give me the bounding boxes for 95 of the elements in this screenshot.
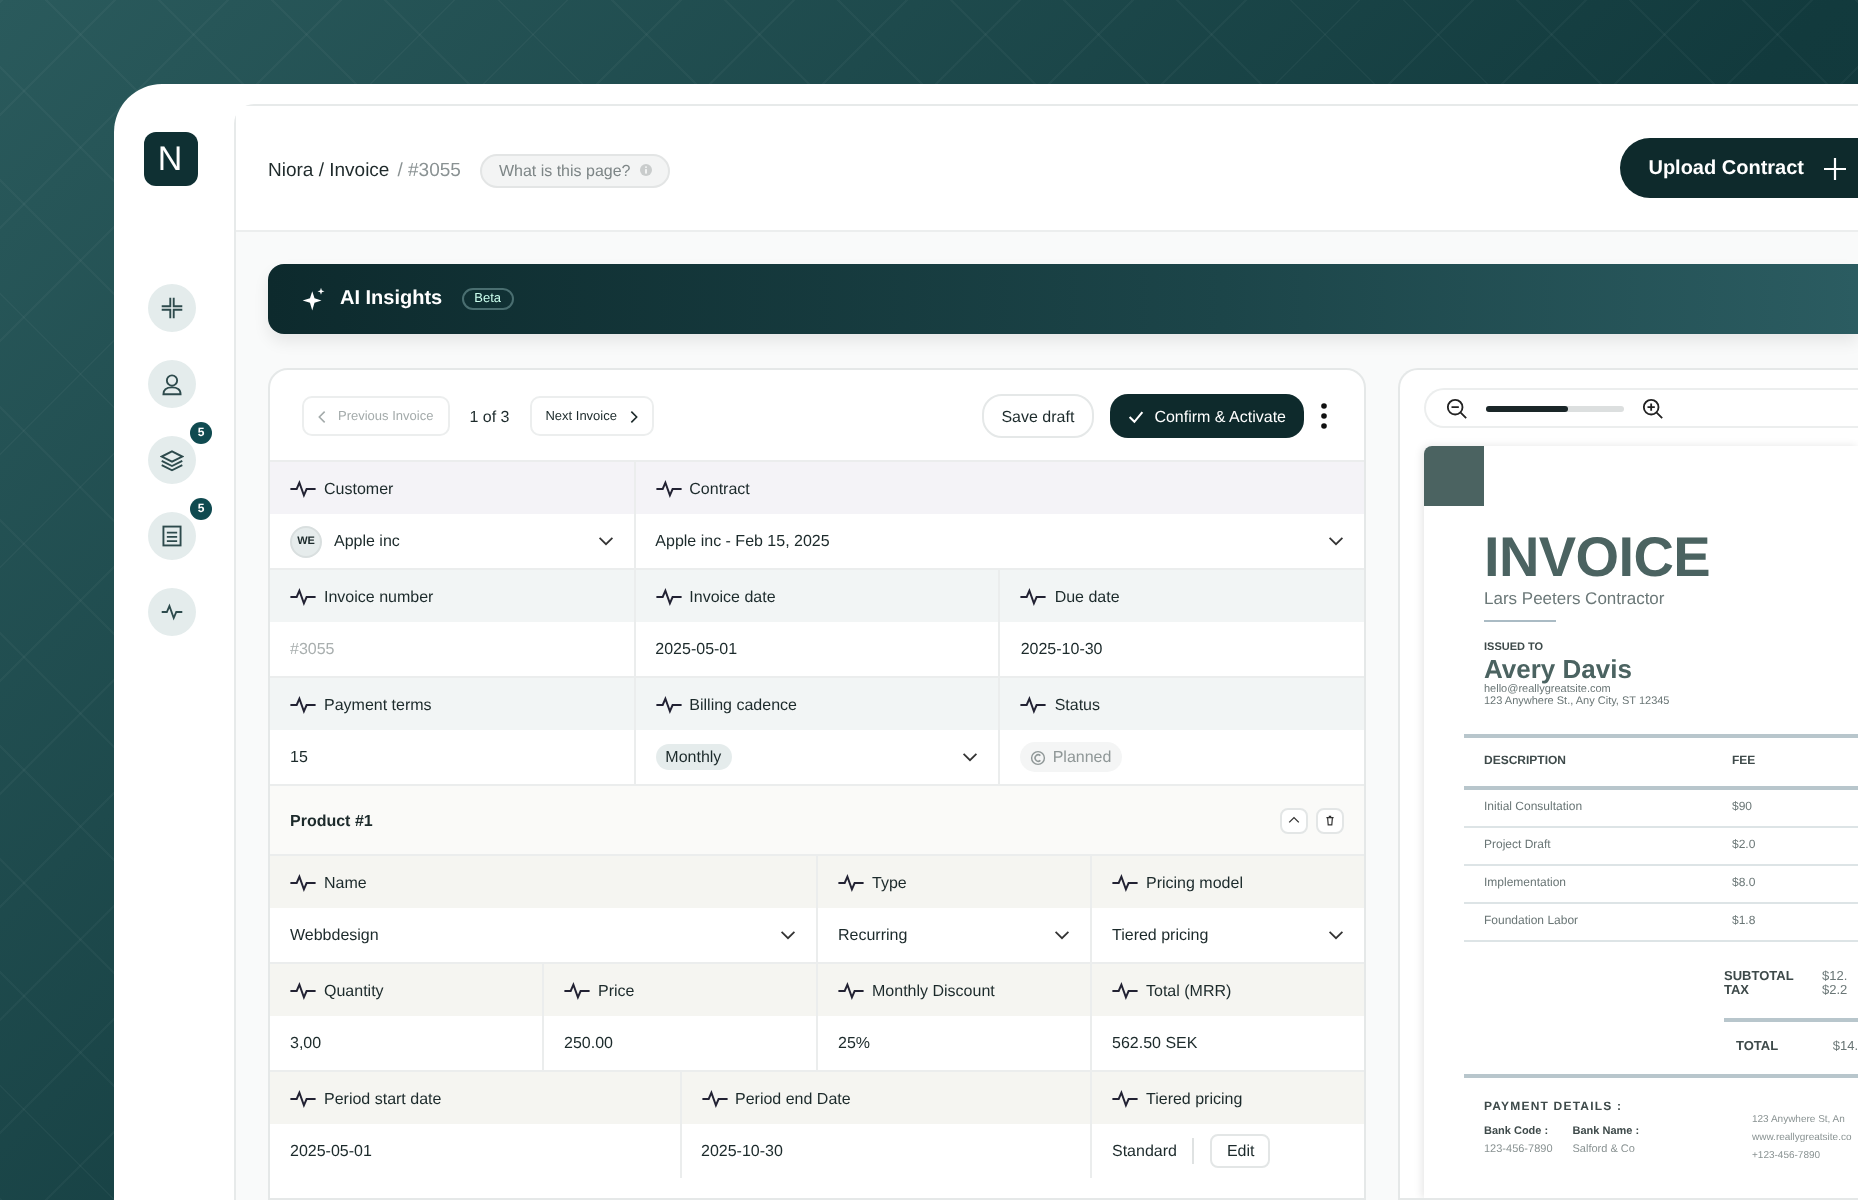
document-icon [160,524,184,548]
field-label: Name [324,873,367,891]
layers-icon [160,448,184,472]
pulse-icon [564,981,590,999]
field-value[interactable]: 2025-05-01 [655,640,738,658]
zoom-out-icon[interactable] [1446,397,1468,419]
sidebar-document-button[interactable] [148,512,196,560]
invoice-title: INVOICE [1484,530,1713,586]
pulse-icon [1112,981,1138,999]
chevron-down-icon [597,536,614,546]
page-count: 1 of 3 [469,407,510,425]
edit-button[interactable]: Edit [1210,1134,1271,1168]
pulse-icon [290,1089,316,1107]
chevron-left-icon [318,409,326,423]
sidebar-user-button[interactable] [148,360,196,408]
chevron-down-icon [1328,930,1344,940]
logo[interactable]: N [143,132,197,186]
field-value[interactable]: 2025-05-01 [290,1142,372,1160]
pulse-icon [655,695,682,713]
delete-button[interactable] [1316,807,1344,833]
zoom-in-icon[interactable] [1642,397,1664,419]
field-label: Customer [324,479,394,497]
field-label: Contract [689,479,750,497]
field-value[interactable]: 2025-10-30 [701,1142,783,1160]
pulse-icon [1112,873,1138,891]
collapse-icon [160,296,184,320]
pulse-icon [290,479,316,497]
field-value[interactable]: 250.00 [564,1034,613,1052]
product-title: Product #1 [290,811,373,829]
field-value: Standard [1112,1142,1177,1160]
field-label: Tiered pricing [1146,1089,1243,1107]
pulse-icon [701,1089,727,1107]
field-value[interactable]: 25% [838,1034,871,1052]
pulse-icon [1020,695,1047,713]
field-label: Total (MRR) [1146,981,1232,999]
field-label: Pricing model [1146,873,1243,891]
confirm-activate-button[interactable]: Confirm & Activate [1110,394,1304,438]
zoom-slider[interactable] [1486,405,1624,411]
info-icon [640,164,653,176]
field-label: Invoice date [689,587,776,605]
field-label: Period start date [324,1089,442,1107]
collapse-button[interactable] [1280,807,1308,833]
sidebar-collapse-button[interactable] [148,284,196,332]
help-button[interactable]: What is this page? [480,153,671,187]
pulse-icon [290,587,316,605]
plus-icon [1824,157,1846,179]
user-icon [160,372,184,396]
pulse-icon [655,479,682,497]
breadcrumb-current: / #3055 [397,159,461,181]
sidebar-layers-button[interactable] [148,436,196,484]
field-value[interactable]: 562.50 SEK [1112,1034,1198,1052]
sidebar-activity-button[interactable] [148,588,196,636]
circle-icon [1030,749,1047,765]
field-label: Due date [1054,587,1120,605]
upload-contract-button[interactable]: Upload Contract [1620,138,1858,198]
field-label: Quantity [324,981,384,999]
field-value[interactable]: 15 [290,748,308,766]
cadence-tag: Monthly [655,744,732,770]
field-label: Price [598,981,635,999]
chevron-down-icon [1328,536,1344,546]
input-field[interactable]: #3055 [270,622,634,676]
field-label: Type [872,873,907,891]
pulse-icon [655,587,682,605]
pulse-icon [290,695,316,713]
breadcrumb: Niora / Invoice [268,159,390,181]
pulse-icon [290,981,316,999]
chevron-down-icon [962,752,979,762]
chevron-down-icon [1054,930,1070,940]
contractor-name: Lars Peeters Contractor [1484,588,1667,608]
field-label: Invoice number [324,587,434,605]
pulse-icon [838,873,864,891]
check-icon [1128,409,1145,423]
save-draft-button[interactable]: Save draft [981,394,1095,438]
field-value[interactable]: 3,00 [290,1034,322,1052]
pulse-icon [838,981,864,999]
corner-block [1424,446,1484,506]
ai-insights-title: AI Insights [340,288,443,310]
field-value[interactable]: 2025-10-30 [1020,640,1103,658]
chevron-up-icon [1288,814,1300,826]
trash-icon [1324,814,1336,826]
sparkle-icon [300,285,328,313]
field-label: Monthly Discount [872,981,995,999]
pulse-icon [1020,587,1047,605]
pulse-icon [290,873,316,891]
more-options-button[interactable] [1320,402,1332,430]
field-label: Billing cadence [689,695,797,713]
status-tag: Planned [1020,742,1122,772]
chevron-down-icon [780,930,796,940]
field-label: Status [1054,695,1101,713]
pulse-icon [160,600,184,624]
client-name: Avery Davis [1484,654,1634,684]
field-label: Period end Date [735,1089,851,1107]
field-label: Payment terms [324,695,432,713]
pulse-icon [1112,1089,1138,1107]
chevron-right-icon [629,409,637,423]
